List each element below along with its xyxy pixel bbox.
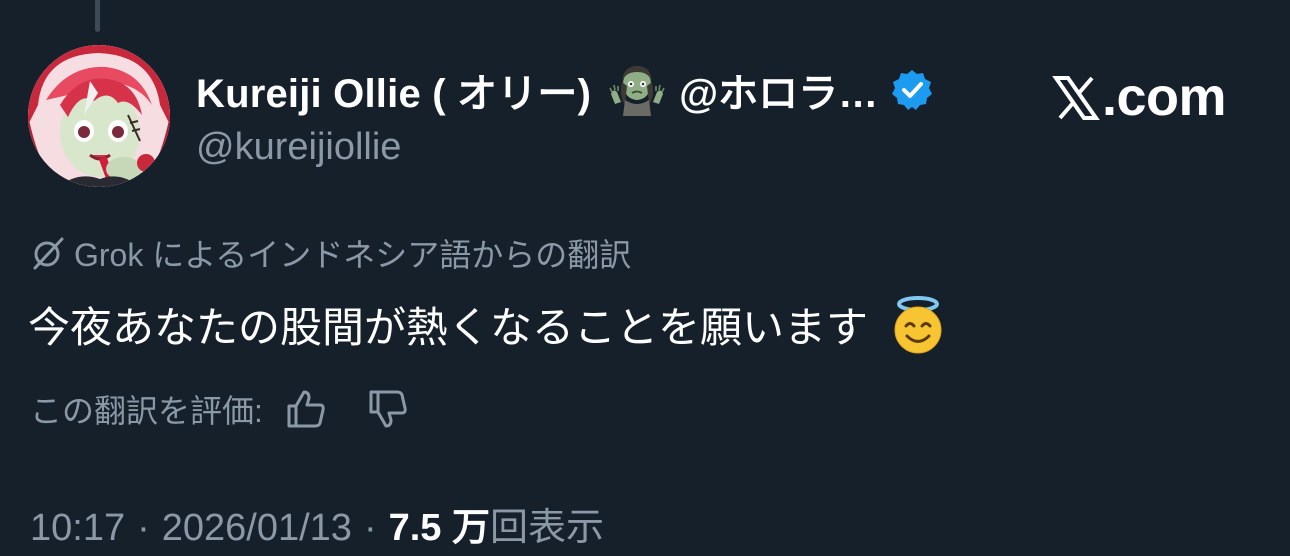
smiling-face-with-halo-icon (888, 295, 948, 355)
rate-translation-label: この翻訳を評価: (30, 393, 263, 429)
author-name-row[interactable]: Kureiji Ollie ( オリー) @ホロラ… (196, 64, 934, 116)
author-display-name[interactable]: Kureiji Ollie ( オリー) (196, 61, 591, 119)
tweet-time[interactable]: 10:17 (30, 507, 125, 550)
x-com-brand: .com (1052, 66, 1227, 128)
zombie-emoji-icon (609, 64, 665, 116)
translation-note: Grok によるインドネシア語からの翻訳 (30, 230, 631, 276)
x-logo-icon (1052, 73, 1100, 121)
tweet-date[interactable]: 2026/01/13 (162, 507, 352, 550)
grok-icon (30, 235, 66, 271)
meta-separator: · (363, 507, 377, 549)
avatar[interactable] (28, 45, 170, 187)
views-label: 回表示 (489, 507, 604, 549)
thread-connector-line (95, 0, 100, 32)
tweet-metadata: 10:17 · 2026/01/13 · 7.5 万 回表示 (30, 496, 604, 551)
translation-rating: この翻訳を評価: (30, 386, 411, 432)
author-handle[interactable]: @kureijiollie (196, 126, 401, 169)
tweet-translated-text: 今夜あなたの股間が熱くなることを願います (28, 304, 869, 351)
views-count: 7.5 万 (388, 507, 490, 549)
tweet-body: 今夜あなたの股間が熱くなることを願います (28, 294, 948, 355)
thumbs-up-icon[interactable] (283, 386, 329, 432)
translation-note-text: Grok によるインドネシア語からの翻訳 (74, 237, 632, 273)
thumbs-down-icon[interactable] (365, 386, 411, 432)
meta-separator: · (137, 507, 150, 549)
brand-domain: .com (1102, 67, 1227, 127)
affiliate-handle[interactable]: @ホロラ… (679, 61, 878, 119)
verified-badge-icon[interactable] (890, 68, 934, 112)
